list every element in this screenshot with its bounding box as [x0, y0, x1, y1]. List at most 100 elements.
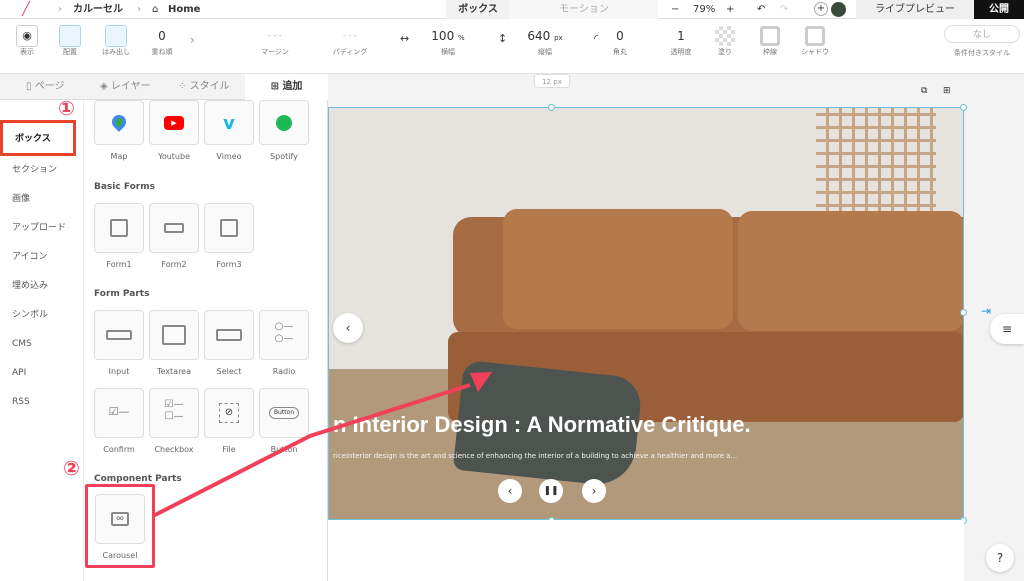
zoom-in-button[interactable]: +: [726, 0, 734, 19]
resize-handle-top-right[interactable]: [960, 104, 967, 111]
width-control[interactable]: 100 % 横幅: [422, 25, 474, 57]
map-label: Map: [110, 152, 128, 161]
zoom-level: 79%: [693, 4, 716, 15]
margin-control[interactable]: - ‐ - マージン: [250, 25, 300, 57]
canvas[interactable]: 12 px ⧉ ⊞ n Interior Design : A Normativ…: [328, 74, 1024, 581]
next-slide-button[interactable]: ›: [582, 479, 606, 503]
form1-label: Form1: [106, 260, 132, 269]
publish-button[interactable]: 公開: [974, 0, 1024, 19]
padding-label: パディング: [332, 48, 368, 56]
breadcrumb-home[interactable]: Home: [168, 0, 200, 19]
panel-tabs: ▯ ページ ◈ レイヤー ⁘ スタイル ⊞ 追加: [0, 74, 328, 100]
breadcrumb-carousel[interactable]: カルーセル: [73, 0, 123, 19]
padding-control[interactable]: - ‐ - パディング: [325, 25, 375, 57]
radio-card[interactable]: ○— ○—: [259, 310, 309, 360]
tab-style[interactable]: ⁘ スタイル: [178, 74, 230, 100]
tab-motion[interactable]: モーション: [510, 0, 658, 19]
spotify-icon: [276, 115, 292, 131]
arrow-right-icon[interactable]: ⇥: [981, 304, 991, 318]
chevron-right-icon: ›: [137, 4, 141, 15]
logo-icon[interactable]: ╱: [22, 0, 30, 19]
textarea-icon: [162, 325, 186, 345]
file-card[interactable]: ⊘: [204, 388, 254, 438]
height-control[interactable]: 640 px 縦幅: [518, 25, 572, 57]
prev-slide-button[interactable]: ‹: [498, 479, 522, 503]
opacity-control[interactable]: 1 透明度: [664, 25, 698, 57]
height-unit[interactable]: px: [554, 34, 563, 42]
add-member-icon[interactable]: +: [814, 2, 828, 16]
tab-layer[interactable]: ◈ レイヤー: [100, 74, 151, 100]
carousel-prev-arrow[interactable]: ‹: [333, 313, 363, 343]
confirm-card[interactable]: ☑—: [94, 388, 144, 438]
zoom-out-button[interactable]: −: [671, 0, 679, 19]
carousel-label: Carousel: [102, 551, 138, 560]
nav-symbol[interactable]: シンボル: [0, 301, 83, 330]
tab-add[interactable]: ⊞ 追加: [245, 74, 328, 100]
conditional-style-control[interactable]: なし 条件付きスタイル: [944, 25, 1020, 58]
select-card[interactable]: [204, 310, 254, 360]
live-preview-button[interactable]: ライブプレビュー: [856, 0, 974, 19]
bookmark-icon[interactable]: ⧉: [921, 86, 927, 96]
shadow-control[interactable]: シャドウ: [797, 25, 833, 57]
border-control[interactable]: 枠線: [757, 25, 783, 57]
border-label: 枠線: [763, 48, 777, 56]
tab-box-label: ボックス: [458, 4, 498, 15]
map-pin-icon: [109, 112, 129, 132]
shadow-icon: [805, 26, 825, 46]
select-icon: [216, 329, 242, 341]
fill-control[interactable]: 塗り: [712, 25, 738, 57]
avatar[interactable]: [831, 2, 846, 17]
sofa-cushion-left: [503, 209, 733, 329]
nav-cms[interactable]: CMS: [0, 330, 83, 359]
resize-handle-right[interactable]: [960, 309, 967, 316]
chevron-right-icon[interactable]: ›: [190, 33, 195, 47]
nav-section[interactable]: セクション: [0, 156, 83, 185]
nav-rss[interactable]: RSS: [0, 388, 83, 417]
textarea-card[interactable]: [149, 310, 199, 360]
nav-icon[interactable]: アイコン: [0, 243, 83, 272]
menu-icon[interactable]: ≡: [990, 314, 1024, 344]
form3-card[interactable]: [204, 203, 254, 253]
nav-api[interactable]: API: [0, 359, 83, 388]
nav-box[interactable]: ボックス: [0, 120, 76, 156]
top-bar: ╱ › カルーセル › ⌂ Home ボックス モーション − 79% + ↶ …: [0, 0, 1024, 19]
checkbox-card[interactable]: ☑— ☐—: [149, 388, 199, 438]
input-card[interactable]: [94, 310, 144, 360]
undo-icon[interactable]: ↶: [757, 0, 765, 19]
width-label: 横幅: [441, 48, 455, 56]
carousel-card[interactable]: oo: [95, 494, 145, 544]
add-icon[interactable]: ⊞: [943, 86, 951, 96]
slide-description: riceInterior design is the art and scien…: [333, 452, 738, 460]
redo-icon[interactable]: ↷: [780, 0, 788, 19]
slide-title: n Interior Design : A Normative Critique…: [333, 412, 751, 437]
add-panel: ▶ v Map Youtube Vimeo Spotify Basic Form…: [84, 100, 328, 581]
help-button[interactable]: ?: [986, 544, 1014, 572]
align-control[interactable]: 配置: [57, 25, 83, 57]
overflow-control[interactable]: はみ出し: [99, 25, 133, 57]
width-unit[interactable]: %: [458, 34, 465, 42]
conditional-style-select[interactable]: なし: [944, 25, 1020, 43]
conditional-style-label: 条件付きスタイル: [954, 49, 1010, 57]
youtube-label: Youtube: [158, 152, 190, 161]
stack-control[interactable]: 0 重ね順: [148, 25, 176, 57]
pause-button[interactable]: ❚❚: [539, 479, 563, 503]
tab-box[interactable]: ボックス: [446, 0, 510, 19]
map-card[interactable]: [94, 100, 144, 145]
display-control[interactable]: ◉ 表示: [14, 25, 40, 57]
youtube-card[interactable]: ▶: [149, 100, 199, 145]
form2-label: Form2: [161, 260, 187, 269]
carousel-slide[interactable]: n Interior Design : A Normative Critique…: [328, 107, 964, 520]
nav-upload[interactable]: アップロード: [0, 214, 83, 243]
form-icon: [110, 219, 128, 237]
nav-image[interactable]: 画像: [0, 185, 83, 214]
form1-card[interactable]: [94, 203, 144, 253]
publish-label: 公開: [989, 4, 1009, 15]
resize-handle-top[interactable]: [548, 104, 555, 111]
button-label: Button: [270, 445, 298, 454]
spotify-card[interactable]: [259, 100, 309, 145]
form2-card[interactable]: [149, 203, 199, 253]
radius-control[interactable]: 0 角丸: [608, 25, 632, 57]
vimeo-card[interactable]: v: [204, 100, 254, 145]
nav-embed[interactable]: 埋め込み: [0, 272, 83, 301]
button-card[interactable]: Button: [259, 388, 309, 438]
